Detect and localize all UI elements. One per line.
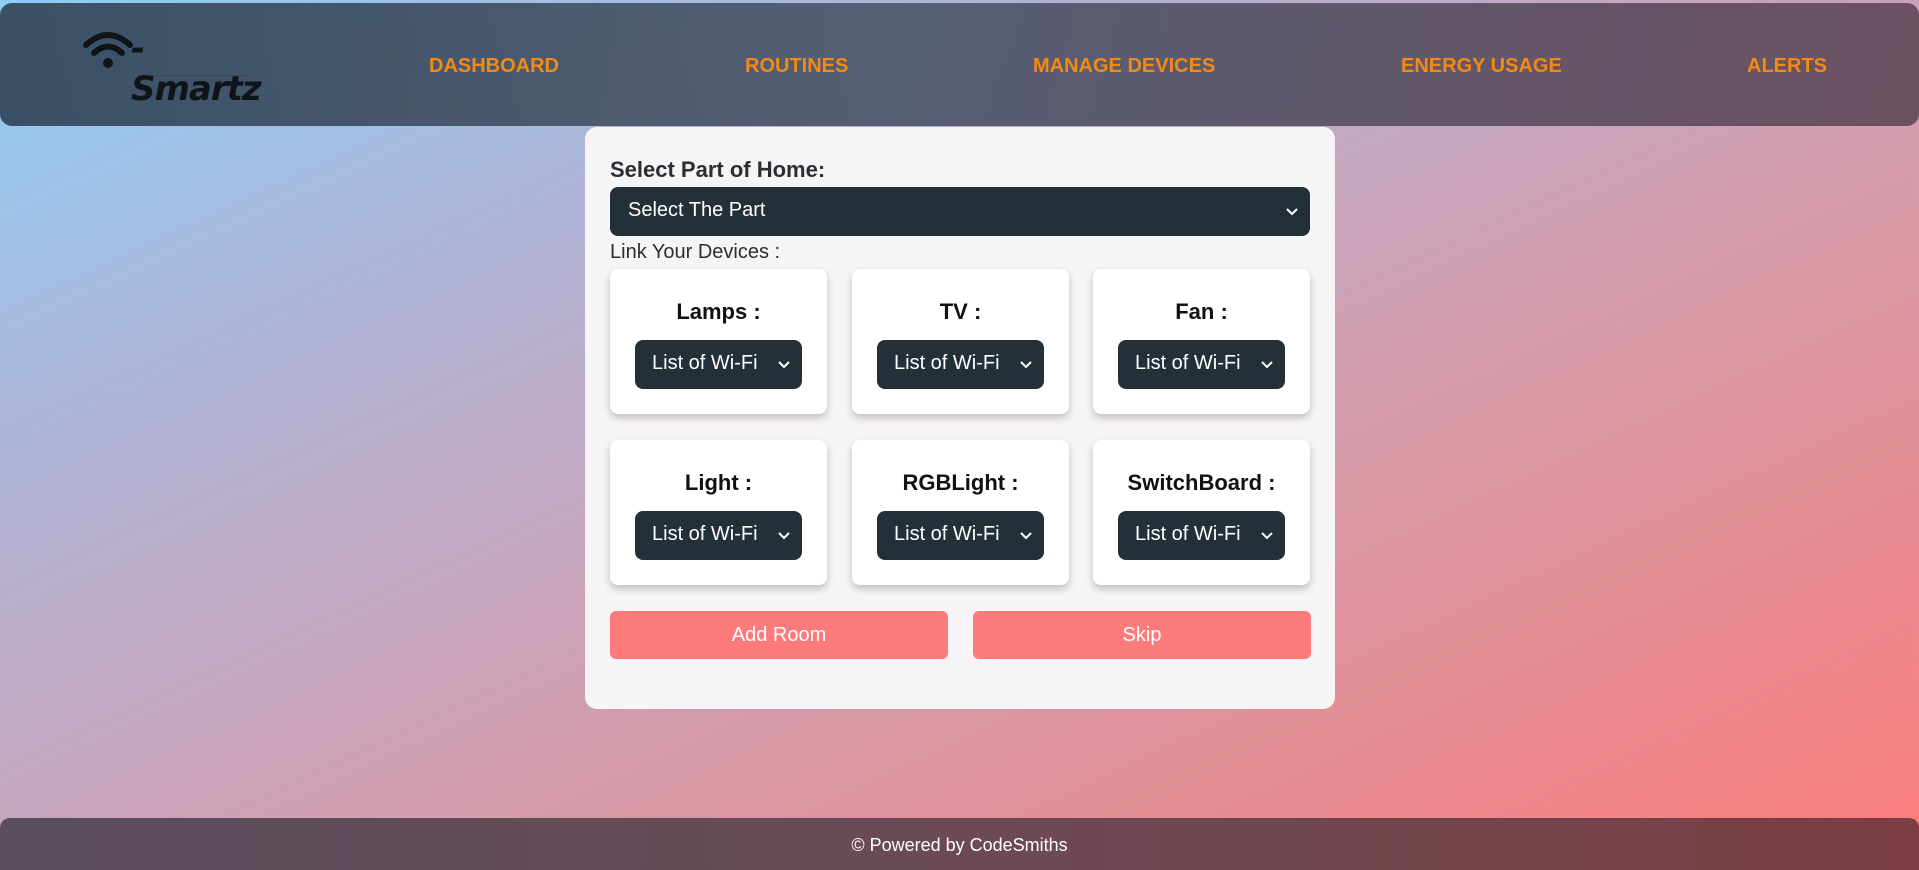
chevron-down-icon (1286, 207, 1298, 215)
device-card-tv: TV : List of Wi-Fi (852, 269, 1069, 414)
device-label: Fan : (1175, 299, 1228, 324)
chevron-down-icon (1261, 531, 1273, 539)
nav-energy-usage[interactable]: ENERGY USAGE (1401, 55, 1562, 78)
device-label: TV : (939, 299, 982, 324)
device-select-value: List of Wi-Fi (894, 523, 1000, 545)
footer-text: © Powered by CodeSmiths (851, 835, 1068, 855)
device-select-value: List of Wi-Fi (1135, 523, 1241, 545)
part-of-home-label: Select Part of Home: (610, 157, 826, 182)
part-select-value: Select The Part (628, 199, 766, 221)
chevron-down-icon (778, 360, 790, 368)
top-navbar: -Smartz DASHBOARD ROUTINES MANAGE DEVICE… (0, 3, 1919, 126)
device-card-rgblight: RGBLight : List of Wi-Fi (852, 440, 1069, 585)
chevron-down-icon (1020, 360, 1032, 368)
nav-routines[interactable]: ROUTINES (745, 55, 848, 78)
device-label: SwitchBoard : (1127, 470, 1276, 495)
device-select-value: List of Wi-Fi (1135, 352, 1241, 374)
add-room-button[interactable]: Add Room (610, 611, 948, 659)
skip-button[interactable]: Skip (973, 611, 1311, 659)
add-room-panel: Select Part of Home: Select The Part Lin… (585, 127, 1335, 709)
chevron-down-icon (1020, 531, 1032, 539)
device-card-lamps: Lamps : List of Wi-Fi (610, 269, 827, 414)
nav-alerts[interactable]: ALERTS (1747, 55, 1827, 78)
chevron-down-icon (778, 531, 790, 539)
brand-logo[interactable]: -Smartz (82, 23, 262, 109)
device-wifi-select[interactable]: List of Wi-Fi (635, 511, 802, 560)
device-label: RGBLight : (902, 470, 1019, 495)
device-wifi-select[interactable]: List of Wi-Fi (877, 340, 1044, 389)
device-wifi-select[interactable]: List of Wi-Fi (1118, 340, 1285, 389)
device-wifi-select[interactable]: List of Wi-Fi (877, 511, 1044, 560)
part-of-home-select[interactable]: Select The Part (610, 187, 1310, 236)
device-label: Light : (684, 470, 753, 495)
brand-name: -Smartz (131, 29, 262, 109)
chevron-down-icon (1261, 360, 1273, 368)
device-card-switchboard: SwitchBoard : List of Wi-Fi (1093, 440, 1310, 585)
device-label: Lamps : (676, 299, 761, 324)
nav-dashboard[interactable]: DASHBOARD (429, 55, 559, 78)
brand-tagline-mark (137, 75, 247, 78)
device-select-value: List of Wi-Fi (652, 352, 758, 374)
device-card-light: Light : List of Wi-Fi (610, 440, 827, 585)
device-wifi-select[interactable]: List of Wi-Fi (635, 340, 802, 389)
device-select-value: List of Wi-Fi (652, 523, 758, 545)
footer: © Powered by CodeSmiths (0, 818, 1919, 870)
link-devices-label: Link Your Devices : (610, 241, 781, 263)
nav-manage-devices[interactable]: MANAGE DEVICES (1033, 55, 1215, 78)
device-card-fan: Fan : List of Wi-Fi (1093, 269, 1310, 414)
wifi-icon (83, 32, 133, 68)
device-select-value: List of Wi-Fi (894, 352, 1000, 374)
device-wifi-select[interactable]: List of Wi-Fi (1118, 511, 1285, 560)
